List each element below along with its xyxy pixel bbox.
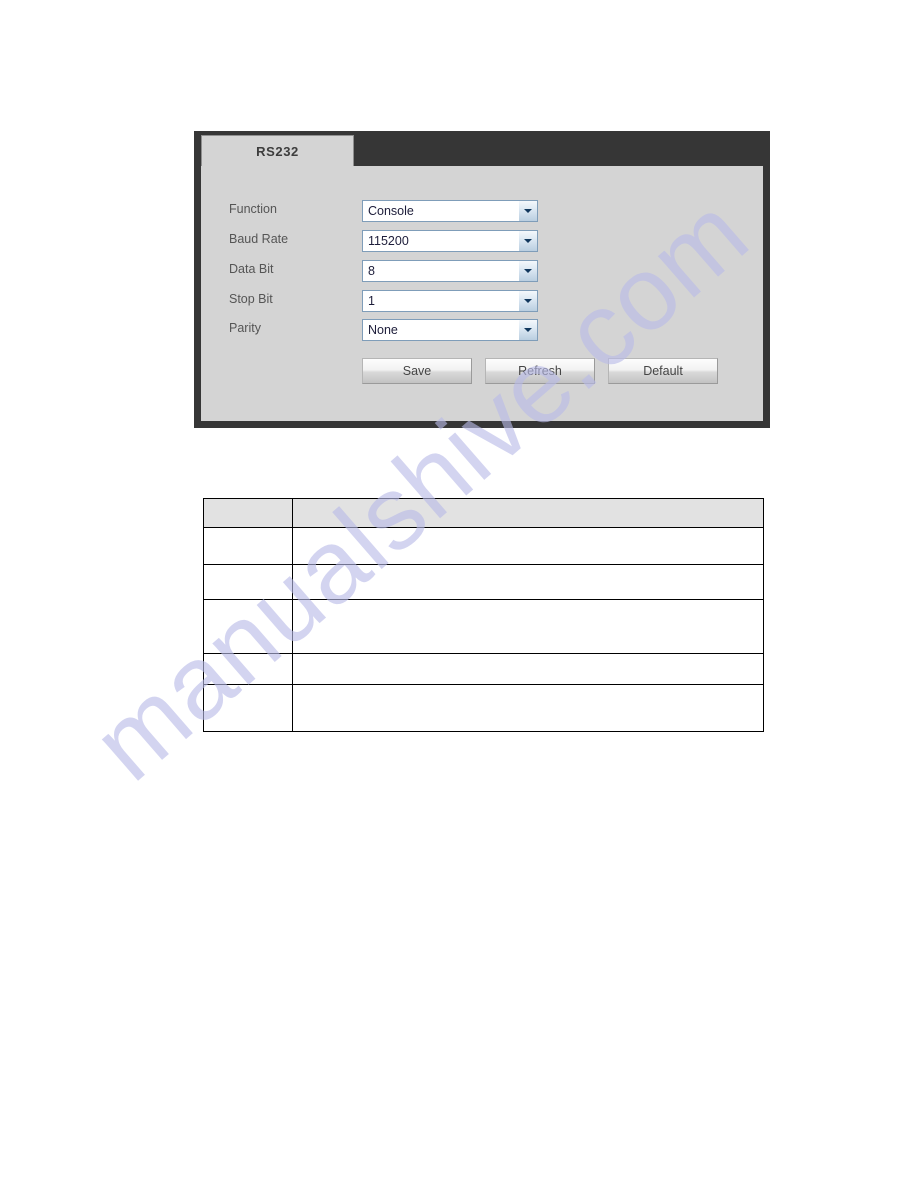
form-row-data-bit: Data Bit 8	[201, 260, 763, 282]
form-row-function: Function Console	[201, 200, 763, 222]
label-function: Function	[229, 202, 277, 216]
form-row-baud-rate: Baud Rate 115200	[201, 230, 763, 252]
select-baud-rate-value: 115200	[368, 234, 409, 248]
select-data-bit[interactable]: 8	[362, 260, 538, 282]
label-data-bit: Data Bit	[229, 262, 274, 276]
table-cell-function	[291, 527, 765, 565]
table-cell-function	[291, 653, 765, 685]
chevron-down-icon[interactable]	[518, 320, 537, 340]
table-cell-parameter	[203, 564, 293, 600]
table-cell-parameter	[203, 653, 293, 685]
table-cell-function	[291, 684, 765, 732]
select-data-bit-value: 8	[368, 264, 375, 278]
label-parity: Parity	[229, 321, 261, 335]
table-row	[203, 527, 765, 565]
table-cell-function	[291, 599, 765, 654]
select-parity-value: None	[368, 323, 398, 337]
default-button[interactable]: Default	[608, 358, 718, 384]
label-baud-rate: Baud Rate	[229, 232, 289, 246]
form-row-stop-bit: Stop Bit 1	[201, 290, 763, 312]
table-header-function	[291, 498, 765, 528]
table-cell-parameter	[203, 599, 293, 654]
table-cell-function	[291, 564, 765, 600]
select-function[interactable]: Console	[362, 200, 538, 222]
table-header-parameter	[203, 498, 293, 528]
table-row	[203, 653, 765, 685]
panel-body: Function Console Baud Rate 115200 Data B…	[201, 166, 763, 421]
table-header-row	[203, 498, 765, 528]
table-row	[203, 684, 765, 732]
select-stop-bit[interactable]: 1	[362, 290, 538, 312]
table-cell-parameter	[203, 684, 293, 732]
chevron-down-icon[interactable]	[518, 291, 537, 311]
chevron-down-icon[interactable]	[518, 261, 537, 281]
chevron-down-icon[interactable]	[518, 231, 537, 251]
label-stop-bit: Stop Bit	[229, 292, 273, 306]
rs232-config-panel: RS232 Function Console Baud Rate 115200 …	[194, 131, 770, 428]
chevron-down-icon[interactable]	[518, 201, 537, 221]
panel-tab-bar: RS232	[194, 131, 770, 167]
refresh-button[interactable]: Refresh	[485, 358, 595, 384]
save-button[interactable]: Save	[362, 358, 472, 384]
parameter-description-table	[203, 498, 765, 732]
form-row-parity: Parity None	[201, 319, 763, 341]
table-row	[203, 599, 765, 654]
tab-rs232[interactable]: RS232	[201, 135, 354, 167]
select-function-value: Console	[368, 204, 414, 218]
table-cell-parameter	[203, 527, 293, 565]
table-row	[203, 564, 765, 600]
select-stop-bit-value: 1	[368, 294, 375, 308]
select-parity[interactable]: None	[362, 319, 538, 341]
select-baud-rate[interactable]: 115200	[362, 230, 538, 252]
